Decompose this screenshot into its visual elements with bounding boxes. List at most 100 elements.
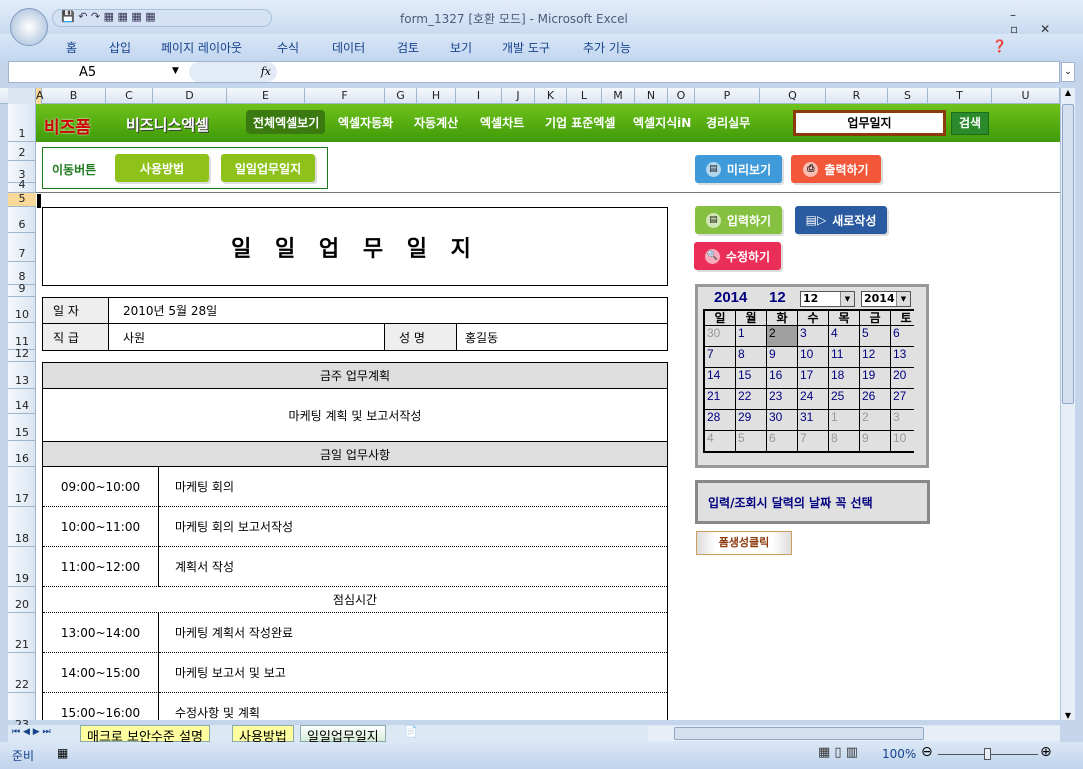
tab-formulas[interactable]: 수식 xyxy=(277,39,299,56)
calendar-day[interactable]: 25 xyxy=(829,389,859,409)
calendar-day[interactable]: 14 xyxy=(705,368,735,388)
zoom-slider[interactable] xyxy=(938,748,1038,760)
task-time[interactable]: 15:00~16:00 xyxy=(43,693,159,720)
calendar-day[interactable]: 24 xyxy=(798,389,828,409)
column-header[interactable]: I xyxy=(456,88,502,104)
column-header[interactable]: E xyxy=(227,88,305,104)
column-header[interactable]: F xyxy=(305,88,385,104)
row-header[interactable]: 9 xyxy=(8,282,36,297)
sheet-tab-usage[interactable]: 사용방법 xyxy=(232,725,294,745)
row-header[interactable]: 10 xyxy=(8,297,36,323)
row-header[interactable]: 15 xyxy=(8,414,36,441)
zoom-out-icon[interactable]: ⊖ xyxy=(921,744,933,760)
sheet-nav-arrows[interactable]: ⏮ ◀ ▶ ⏭ xyxy=(12,727,51,737)
task-time[interactable]: 13:00~14:00 xyxy=(43,613,159,653)
task-time[interactable]: 10:00~11:00 xyxy=(43,507,159,547)
calendar-day[interactable]: 7 xyxy=(705,347,735,367)
calendar-day[interactable]: 21 xyxy=(705,389,735,409)
calendar-day[interactable]: 6 xyxy=(891,326,921,346)
column-header[interactable]: Q xyxy=(760,88,826,104)
help-icon[interactable]: ❓ xyxy=(992,39,1007,53)
tab-addins[interactable]: 추가 기능 xyxy=(583,39,631,56)
calendar-day[interactable]: 26 xyxy=(860,389,890,409)
column-header[interactable]: T xyxy=(928,88,992,104)
window-controls[interactable]: –▫✕ xyxy=(1010,8,1083,36)
macro-record-icon[interactable]: ▦ xyxy=(57,746,68,760)
column-header[interactable]: D xyxy=(153,88,227,104)
calendar-day[interactable]: 29 xyxy=(736,410,766,430)
row-header[interactable]: 18 xyxy=(8,507,36,547)
tab-data[interactable]: 데이터 xyxy=(332,39,365,56)
calendar-day[interactable]: 31 xyxy=(798,410,828,430)
task-time[interactable]: 11:00~12:00 xyxy=(43,547,159,587)
calendar-day[interactable]: 8 xyxy=(829,431,859,451)
calendar-day[interactable]: 23 xyxy=(767,389,797,409)
row-header[interactable]: 19 xyxy=(8,547,36,587)
tab-home[interactable]: 홈 xyxy=(66,39,77,56)
task-description[interactable]: 마케팅 계획서 작성완료 xyxy=(159,613,667,653)
week-plan-value[interactable]: 마케팅 계획 및 보고서작성 xyxy=(43,389,667,441)
row-header[interactable]: 7 xyxy=(8,233,36,262)
date-value[interactable]: 2010년 5월 28일 xyxy=(109,298,667,324)
row-header[interactable]: 12 xyxy=(8,347,36,362)
name-box[interactable]: A5 xyxy=(79,65,96,80)
scroll-down-icon[interactable]: ▼ xyxy=(1061,711,1075,720)
search-button[interactable]: 검색 xyxy=(951,112,989,135)
zoom-level[interactable]: 100% xyxy=(882,747,916,761)
calendar-day[interactable]: 6 xyxy=(767,431,797,451)
form-generate-button[interactable]: 폼생성클릭 xyxy=(696,531,792,555)
nav-corporate-excel[interactable]: 기업 표준엑셀 xyxy=(545,114,615,131)
row-header[interactable]: 5 xyxy=(8,192,36,207)
column-header[interactable]: N xyxy=(635,88,668,104)
column-header[interactable]: S xyxy=(888,88,928,104)
office-button[interactable] xyxy=(10,8,48,46)
calendar-day[interactable]: 4 xyxy=(705,431,735,451)
calendar-day[interactable]: 16 xyxy=(767,368,797,388)
vertical-scrollbar[interactable]: ▲ ▼ xyxy=(1060,88,1075,720)
chevron-down-icon[interactable]: ▼ xyxy=(840,292,854,306)
calendar-day[interactable]: 1 xyxy=(829,410,859,430)
calendar-day[interactable]: 19 xyxy=(860,368,890,388)
column-header[interactable]: J xyxy=(502,88,535,104)
task-time[interactable]: 09:00~10:00 xyxy=(43,467,159,507)
print-button[interactable]: ⎙ 출력하기 xyxy=(791,155,881,183)
calendar-day[interactable]: 27 xyxy=(891,389,921,409)
column-header[interactable]: P xyxy=(695,88,760,104)
calendar-day[interactable]: 3 xyxy=(798,326,828,346)
expand-formula-icon[interactable]: ⌄ xyxy=(1061,62,1075,82)
calendar-day[interactable]: 5 xyxy=(860,326,890,346)
horizontal-scrollbar[interactable] xyxy=(648,726,1060,741)
row-header[interactable]: 21 xyxy=(8,613,36,653)
row-header[interactable]: 11 xyxy=(8,323,36,350)
calendar-day[interactable]: 3 xyxy=(891,410,921,430)
zoom-slider-thumb[interactable] xyxy=(984,748,991,760)
calendar-day[interactable]: 11 xyxy=(829,347,859,367)
calendar-day[interactable]: 2 xyxy=(767,326,797,346)
tab-page-layout[interactable]: 페이지 레이아웃 xyxy=(161,39,242,56)
scroll-thumb[interactable] xyxy=(1062,104,1074,404)
calendar-day[interactable]: 2 xyxy=(860,410,890,430)
calendar-day[interactable]: 30 xyxy=(705,326,735,346)
column-header[interactable]: R xyxy=(826,88,888,104)
insert-sheet-icon[interactable]: 📄 xyxy=(404,725,418,738)
nav-all-excel[interactable]: 전체엑셀보기 xyxy=(253,114,319,131)
calendar-day[interactable]: 13 xyxy=(891,347,921,367)
task-time[interactable]: 14:00~15:00 xyxy=(43,653,159,693)
nav-excel-chart[interactable]: 엑셀차트 xyxy=(480,114,524,131)
preview-button[interactable]: ▤ 미리보기 xyxy=(695,155,782,183)
task-description[interactable]: 마케팅 회의 xyxy=(159,467,667,507)
chevron-down-icon[interactable]: ▼ xyxy=(896,292,910,306)
name-box-dropdown[interactable]: ▼ xyxy=(172,66,179,76)
daily-log-button[interactable]: 일일업무일지 xyxy=(221,154,315,182)
calendar-day[interactable]: 5 xyxy=(736,431,766,451)
input-button[interactable]: ▤ 입력하기 xyxy=(695,206,782,234)
row-header[interactable]: 13 xyxy=(8,362,36,389)
nav-excel-automation[interactable]: 엑셀자동화 xyxy=(338,114,393,131)
month-select[interactable]: 12 ▼ xyxy=(800,291,855,307)
sheet-tab-macro[interactable]: 매크로 보안수준 설명 xyxy=(80,725,210,745)
new-button[interactable]: ▤▷ 새로작성 xyxy=(795,206,887,234)
nav-accounting[interactable]: 경리실무 xyxy=(706,114,750,131)
task-description[interactable]: 마케팅 보고서 및 보고 xyxy=(159,653,667,693)
worksheet[interactable]: 비즈폼 비즈니스엑셀 전체엑셀보기 엑셀자동화 자동계산 엑셀차트 기업 표준엑… xyxy=(36,104,1060,720)
active-cell-a5[interactable] xyxy=(37,194,41,208)
